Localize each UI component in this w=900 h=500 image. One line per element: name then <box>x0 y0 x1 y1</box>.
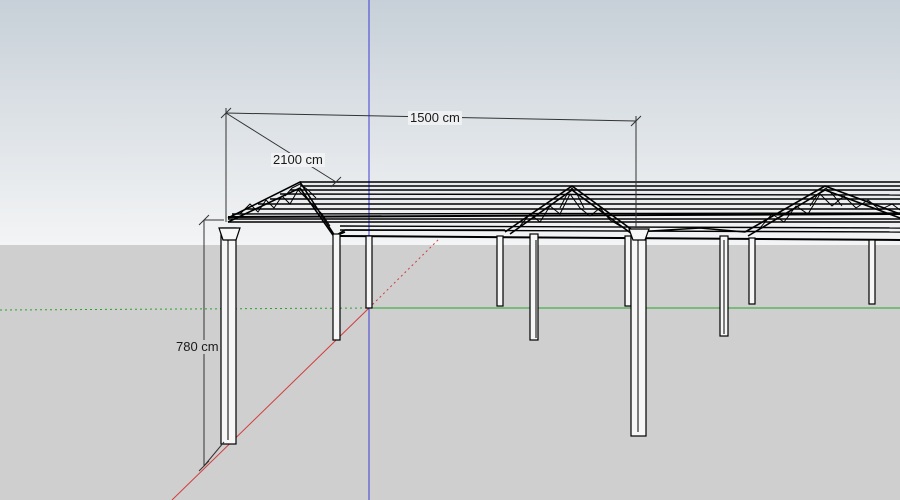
column[interactable] <box>529 233 539 341</box>
column[interactable] <box>365 235 373 309</box>
ground-plane <box>0 245 900 500</box>
dimension-label-span[interactable]: 2100 cm <box>271 153 325 167</box>
column[interactable] <box>624 235 632 307</box>
column[interactable] <box>496 235 504 307</box>
column-cap <box>218 227 241 241</box>
column[interactable] <box>748 237 756 305</box>
3d-viewport[interactable]: 1500 cm 2100 cm 780 cm <box>0 0 900 500</box>
dimension-label-width[interactable]: 1500 cm <box>408 111 462 125</box>
column[interactable] <box>332 233 341 341</box>
model-canvas[interactable] <box>0 0 900 500</box>
column[interactable] <box>868 239 876 305</box>
dimension-label-height[interactable]: 780 cm <box>175 340 220 354</box>
column-cap <box>628 228 650 241</box>
